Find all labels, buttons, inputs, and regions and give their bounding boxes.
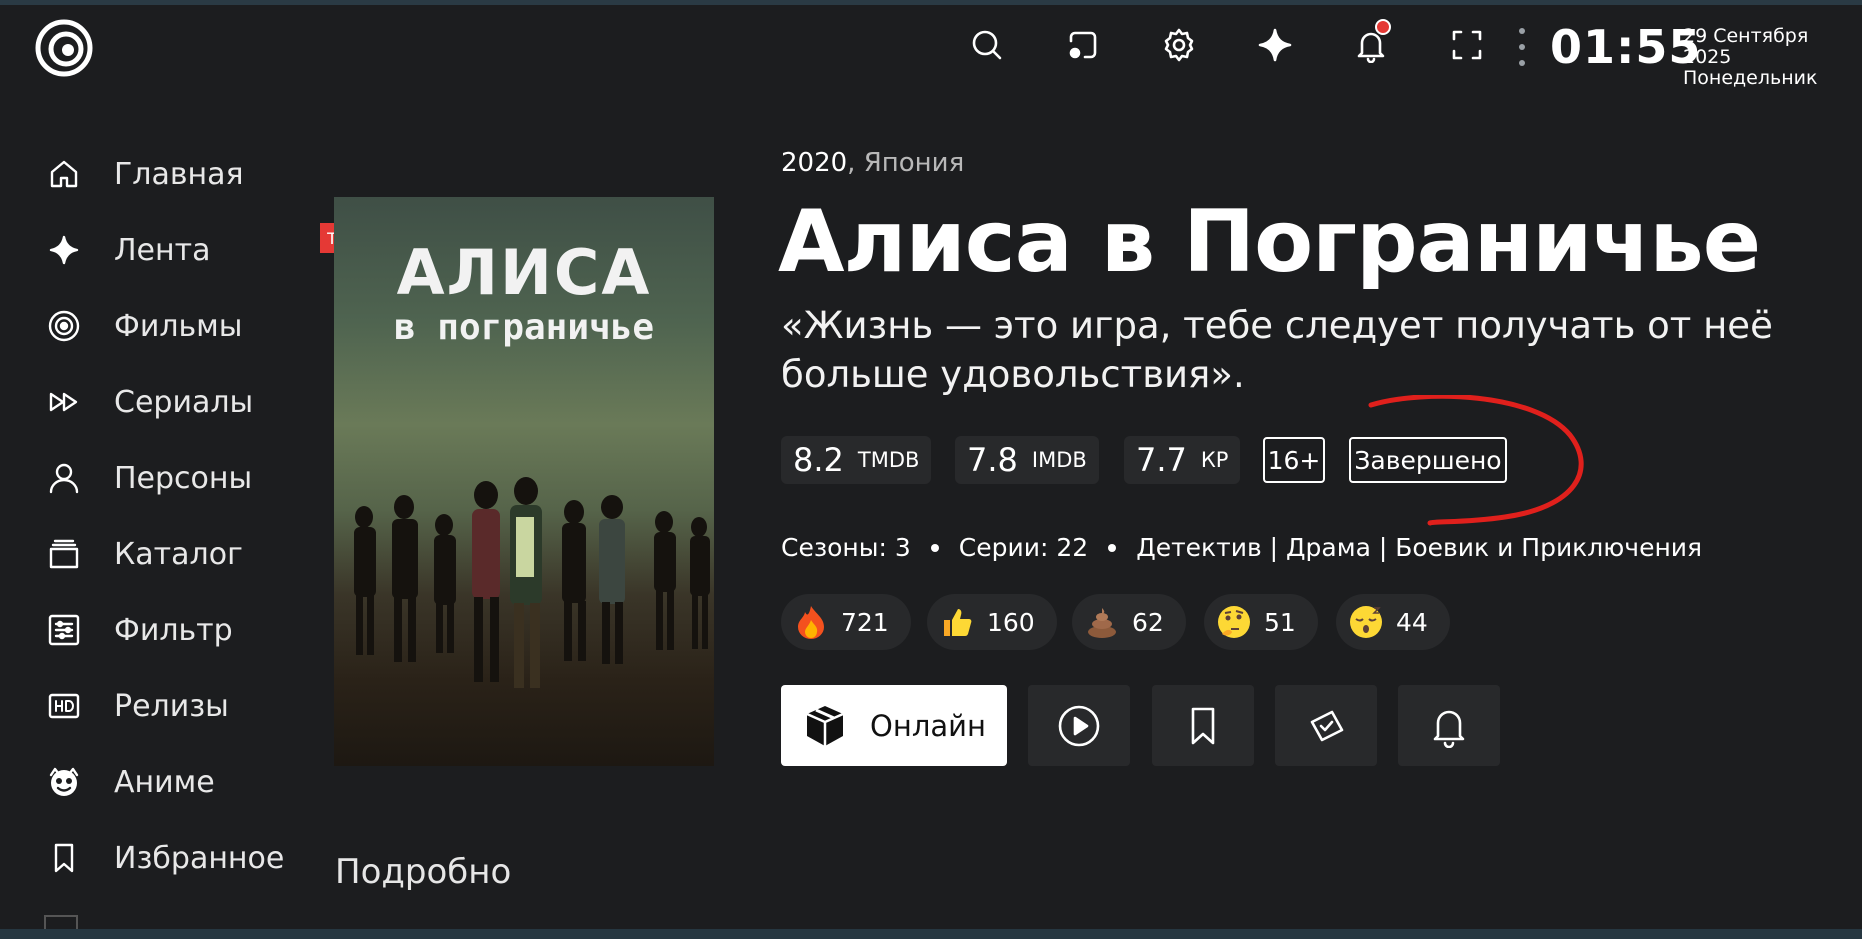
anime-icon (44, 762, 84, 802)
fire-emoji-icon (793, 604, 829, 640)
rating-source: КР (1200, 448, 1229, 472)
rating-value: 7.8 (967, 441, 1018, 479)
sidebar-item-releases[interactable]: Релизы (44, 682, 229, 730)
release-year: 2020 (781, 148, 848, 178)
top-border (0, 0, 1862, 5)
watch-online-label: Онлайн (870, 708, 986, 743)
sidebar-item-label: Сериалы (114, 384, 254, 420)
film-icon (44, 306, 84, 346)
separator-dot (1108, 543, 1117, 552)
poster-title: АЛИСА (396, 236, 652, 309)
genres: Детектив | Драма | Боевик и Приключения (1136, 533, 1703, 562)
thumbs-up-emoji-icon (939, 604, 975, 640)
reaction-count: 160 (987, 607, 1035, 637)
app-logo-icon[interactable] (33, 19, 95, 77)
fullscreen-icon[interactable] (1447, 25, 1487, 65)
country: , Япония (847, 148, 965, 178)
box-icon (806, 705, 844, 746)
tickets-button[interactable] (1275, 685, 1377, 766)
sidebar-item-label: Главная (114, 156, 244, 192)
weekday-line: Понедельник (1683, 67, 1818, 89)
reaction-count: 62 (1132, 607, 1164, 637)
reaction-poop[interactable]: 62 (1072, 594, 1186, 650)
watch-online-button[interactable]: Онлайн (781, 685, 1007, 766)
ticket-icon (1310, 710, 1344, 741)
sidebar-item-feed[interactable]: Лента (44, 226, 211, 274)
play-circle-icon (1058, 705, 1100, 746)
sidebar-item-label: Фильтр (114, 612, 233, 648)
sidebar-item-label: Аниме (114, 764, 215, 800)
bookmark-button[interactable] (1152, 685, 1254, 766)
settings-icon[interactable] (1159, 25, 1199, 65)
cast-icon[interactable] (1063, 25, 1103, 65)
clock: 01:55 (1550, 20, 1702, 74)
series-icon (44, 382, 84, 422)
rating-imdb: 7.8 IMDB (955, 436, 1099, 484)
date-line: 29 Сентября 2025 (1683, 25, 1809, 68)
rating-tmdb: 8.2 TMDB (781, 436, 932, 484)
catalog-icon (44, 534, 84, 574)
sidebar-item-label: Персоны (114, 460, 253, 496)
sidebar-item-home[interactable]: Главная (44, 150, 244, 198)
reaction-thinking[interactable]: 51 (1204, 594, 1318, 650)
rating-kp: 7.7 КР (1124, 436, 1241, 484)
sidebar-item-persons[interactable]: Персоны (44, 454, 252, 502)
notification-badge (1375, 19, 1391, 35)
poop-emoji-icon (1084, 604, 1120, 640)
age-rating-badge: 16+ (1263, 437, 1325, 483)
tagline: «Жизнь — это игра, тебе следует получать… (781, 304, 1773, 396)
sidebar-item-movies[interactable]: Фильмы (44, 302, 243, 350)
sparkle-icon[interactable] (1255, 25, 1295, 65)
reaction-fire[interactable]: 721 (781, 594, 911, 650)
rating-value: 7.7 (1136, 441, 1187, 479)
poster-image[interactable]: АЛИСА в пограничье (334, 197, 714, 766)
separator-dot (930, 543, 939, 552)
reaction-count: 44 (1396, 607, 1428, 637)
bottom-taskbar (0, 929, 1862, 939)
sidebar-item-catalog[interactable]: Каталог (44, 530, 243, 578)
sidebar-item-series[interactable]: Сериалы (44, 378, 253, 426)
episodes-count: Серии: 22 (958, 533, 1089, 562)
rating-source: TMDB (857, 448, 920, 472)
search-icon[interactable] (967, 25, 1007, 65)
reaction-count: 51 (1264, 607, 1296, 637)
sidebar-item-favorites[interactable]: Избранное (44, 834, 284, 882)
series-details: Сезоны: 3 Серии: 22 Детектив | Драма | Б… (781, 533, 1702, 562)
rating-source: IMDB (1031, 448, 1087, 472)
sidebar-item-label: Лента (114, 232, 211, 268)
reaction-like[interactable]: 160 (927, 594, 1057, 650)
bell-icon (1433, 710, 1465, 748)
more-icon[interactable] (1519, 28, 1525, 66)
person-icon (44, 458, 84, 498)
filter-icon (44, 610, 84, 650)
hd-icon (44, 686, 84, 726)
play-trailer-button[interactable] (1028, 685, 1130, 766)
sidebar-item-label: Фильмы (114, 308, 243, 344)
rating-value: 8.2 (793, 441, 844, 479)
date-display: 29 Сентября 2025 Понедельник (1683, 26, 1862, 89)
home-icon (44, 154, 84, 194)
subscribe-notifications-button[interactable] (1398, 685, 1500, 766)
poster-subtitle: в пограничье (393, 307, 655, 348)
sidebar-item-label: Релизы (114, 688, 229, 724)
annotation-circle (1368, 395, 1584, 526)
reaction-sleepy[interactable]: 44 (1336, 594, 1450, 650)
sleepy-emoji-icon (1348, 604, 1384, 640)
poster-cast-silhouettes (354, 477, 710, 688)
section-details-title: Подробно (335, 852, 512, 892)
sidebar-item-label: Каталог (114, 536, 243, 572)
sidebar-item-filter[interactable]: Фильтр (44, 606, 233, 654)
sidebar-item-anime[interactable]: Аниме (44, 758, 215, 806)
notifications-icon[interactable] (1351, 19, 1391, 65)
sparkle-icon (44, 230, 84, 270)
year-country: 2020, Япония (781, 148, 964, 178)
seasons-count: Сезоны: 3 (781, 533, 911, 562)
bookmark-icon (44, 838, 84, 878)
page-title: Алиса в Пограничье (778, 192, 1761, 292)
sidebar-item-label: Избранное (114, 840, 285, 876)
reaction-count: 721 (841, 607, 889, 637)
thinking-emoji-icon (1216, 604, 1252, 640)
bookmark-icon (1191, 707, 1215, 744)
